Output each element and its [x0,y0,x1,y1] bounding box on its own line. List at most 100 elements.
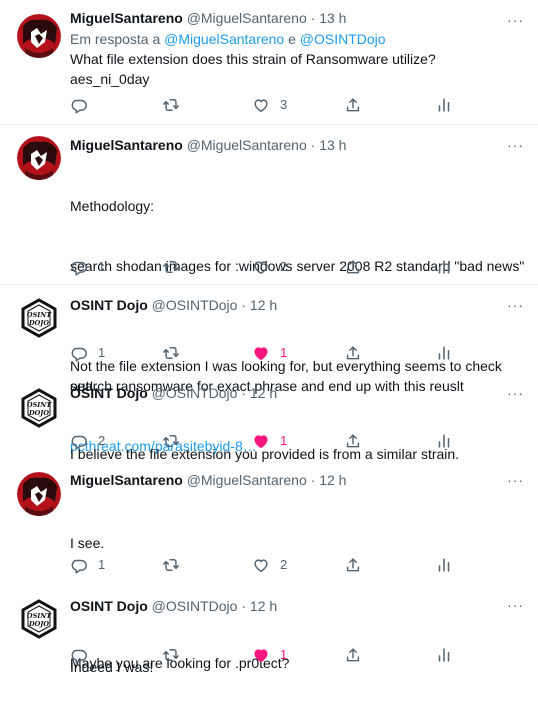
retweet-action[interactable] [162,257,180,277]
reply-icon[interactable] [70,646,88,664]
analytics-action[interactable] [435,555,453,575]
retweet-action[interactable] [162,343,180,363]
reply-icon[interactable] [70,556,88,574]
retweet-icon[interactable] [162,646,180,664]
more-icon[interactable]: ··· [507,13,524,27]
timestamp[interactable]: 13 h [319,10,346,26]
more-icon[interactable]: ··· [507,298,524,312]
heart-icon[interactable] [252,96,270,114]
tweet[interactable]: MiguelSantareno @MiguelSantareno · 13 h … [0,0,538,125]
reply-icon[interactable] [70,96,88,114]
heart-action[interactable]: 1 [252,431,287,451]
analytics-icon[interactable] [435,646,453,664]
share-action[interactable] [344,555,362,575]
tweet-text-line: aes_ni_0day [70,71,150,87]
analytics-icon[interactable] [435,96,453,114]
retweet-icon[interactable] [162,432,180,450]
retweet-icon[interactable] [162,556,180,574]
retweet-action[interactable] [162,431,180,451]
avatar[interactable]: OSINT DOJO [17,386,61,430]
heart-icon[interactable] [252,556,270,574]
analytics-icon[interactable] [435,556,453,574]
analytics-icon[interactable] [435,432,453,450]
timestamp[interactable]: 12 h [250,297,277,313]
reply-icon[interactable] [70,258,88,276]
avatar[interactable]: OSINT DOJO [17,296,61,340]
analytics-icon[interactable] [435,258,453,276]
more-icon[interactable]: ··· [507,138,524,152]
analytics-action[interactable] [435,431,453,451]
heart-icon[interactable] [252,646,270,664]
retweet-action[interactable] [162,95,180,115]
share-icon[interactable] [344,258,362,276]
username[interactable]: @MiguelSantareno [187,472,307,488]
display-name[interactable]: OSINT Dojo [70,297,148,313]
share-action[interactable] [344,95,362,115]
reply-action[interactable]: 2 [70,431,105,451]
mention-link[interactable]: @OSINTDojo [300,31,386,47]
display-name[interactable]: MiguelSantareno [70,472,183,488]
display-name[interactable]: OSINT Dojo [70,598,148,614]
analytics-action[interactable] [435,95,453,115]
username[interactable]: @OSINTDojo [152,385,238,401]
avatar[interactable] [17,14,61,58]
retweet-action[interactable] [162,645,180,665]
analytics-icon[interactable] [435,344,453,362]
share-icon[interactable] [344,96,362,114]
retweet-icon[interactable] [162,96,180,114]
avatar[interactable]: OSINT DOJO [17,597,61,641]
retweet-icon[interactable] [162,344,180,362]
username[interactable]: @OSINTDojo [152,297,238,313]
more-icon[interactable]: ··· [507,386,524,400]
share-icon[interactable] [344,432,362,450]
heart-action[interactable]: 2 [252,555,287,575]
separator-dot: · [241,385,247,401]
timestamp[interactable]: 12 h [319,472,346,488]
share-icon[interactable] [344,556,362,574]
timestamp[interactable]: 13 h [319,137,346,153]
heart-icon[interactable] [252,258,270,276]
timestamp[interactable]: 12 h [250,598,277,614]
timestamp[interactable]: 12 h [250,385,277,401]
tweet[interactable]: OSINT DOJO OSINT Dojo @OSINTDojo · 12 h I… [0,375,538,462]
more-icon[interactable]: ··· [507,598,524,612]
share-action[interactable] [344,645,362,665]
display-name[interactable]: MiguelSantareno [70,137,183,153]
reply-action[interactable] [70,645,98,665]
heart-action[interactable]: 2 [252,257,287,277]
mention-link[interactable]: @MiguelSantareno [164,31,284,47]
username[interactable]: @MiguelSantareno [187,10,307,26]
username[interactable]: @MiguelSantareno [187,137,307,153]
retweet-icon[interactable] [162,258,180,276]
reply-action[interactable] [70,95,98,115]
username[interactable]: @OSINTDojo [152,598,238,614]
heart-icon[interactable] [252,344,270,362]
heart-action[interactable]: 1 [252,645,287,665]
retweet-action[interactable] [162,555,180,575]
heart-action[interactable]: 1 [252,343,287,363]
share-action[interactable] [344,257,362,277]
display-name[interactable]: MiguelSantareno [70,10,183,26]
heart-action[interactable]: 3 [252,95,287,115]
tweet[interactable]: MiguelSantareno @MiguelSantareno · 12 h … [0,462,538,671]
avatar[interactable] [17,472,61,516]
reply-icon[interactable] [70,432,88,450]
analytics-action[interactable] [435,645,453,665]
tweet[interactable]: OSINT DOJO OSINT Dojo @OSINTDojo · 12 h N… [0,285,538,394]
analytics-action[interactable] [435,257,453,277]
share-action[interactable] [344,343,362,363]
reply-action[interactable]: 1 [70,343,105,363]
tweet[interactable]: OSINT DOJO OSINT Dojo @OSINTDojo · 12 h I… [0,587,538,675]
avatar[interactable] [17,136,61,180]
share-icon[interactable] [344,344,362,362]
share-action[interactable] [344,431,362,451]
reply-action[interactable]: 1 [70,555,105,575]
heart-icon[interactable] [252,432,270,450]
tweet[interactable]: MiguelSantareno @MiguelSantareno · 13 h … [0,125,538,454]
more-icon[interactable]: ··· [507,473,524,487]
reply-action[interactable]: 1 [70,257,105,277]
share-icon[interactable] [344,646,362,664]
reply-icon[interactable] [70,344,88,362]
analytics-action[interactable] [435,343,453,363]
display-name[interactable]: OSINT Dojo [70,385,148,401]
